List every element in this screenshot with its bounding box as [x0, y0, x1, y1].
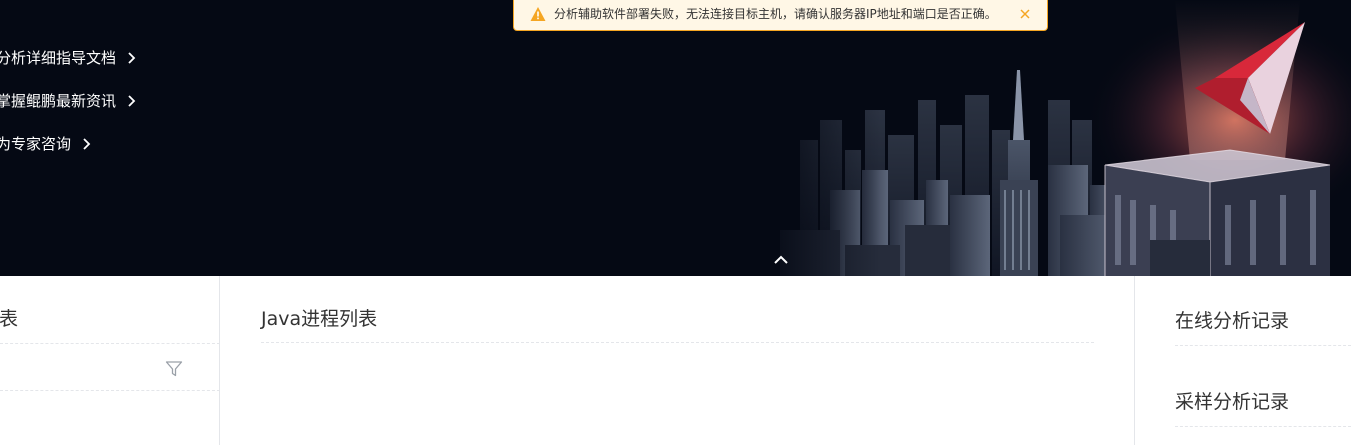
sampling-analysis-records-item[interactable]: 采样分析记录 — [1175, 389, 1289, 415]
chevron-right-icon — [83, 138, 91, 150]
online-analysis-records-item[interactable]: 在线分析记录 — [1175, 308, 1289, 334]
chevron-up-icon — [774, 255, 788, 264]
divider — [1175, 426, 1351, 427]
divider — [0, 343, 220, 344]
warning-triangle-icon — [530, 7, 546, 21]
close-icon[interactable] — [1018, 7, 1032, 21]
chevron-right-icon — [128, 95, 136, 107]
alert-message: 分析辅助软件部署失败，无法连接目标主机，请确认服务器IP地址和端口是否正确。 — [554, 7, 997, 21]
divider — [1175, 345, 1351, 346]
news-link[interactable]: 掌握鲲鹏最新资讯 — [0, 89, 136, 113]
left-panel — [0, 276, 220, 445]
left-panel-title: 表 — [0, 308, 19, 330]
city-illustration — [760, 0, 1351, 276]
guide-docs-link-label: 分析详细指导文档 — [0, 49, 117, 67]
chevron-right-icon — [128, 52, 136, 64]
java-process-list-title: Java进程列表 — [261, 308, 378, 330]
divider — [0, 390, 220, 391]
hero-banner: 分析详细指导文档 掌握鲲鹏最新资讯 为专家咨询 — [0, 0, 1351, 276]
expert-consult-link-label: 为专家咨询 — [0, 135, 72, 153]
error-alert: 分析辅助软件部署失败，无法连接目标主机，请确认服务器IP地址和端口是否正确。 — [513, 0, 1048, 31]
expert-consult-link[interactable]: 为专家咨询 — [0, 132, 91, 156]
guide-docs-link[interactable]: 分析详细指导文档 — [0, 46, 136, 70]
collapse-banner-button[interactable] — [771, 251, 791, 269]
page: 分析详细指导文档 掌握鲲鹏最新资讯 为专家咨询 分析辅助软件部署失败，无法连接目… — [0, 0, 1351, 445]
news-link-label: 掌握鲲鹏最新资讯 — [0, 92, 117, 110]
filter-icon[interactable] — [165, 360, 183, 378]
right-panel — [1134, 276, 1351, 445]
divider — [261, 342, 1094, 343]
